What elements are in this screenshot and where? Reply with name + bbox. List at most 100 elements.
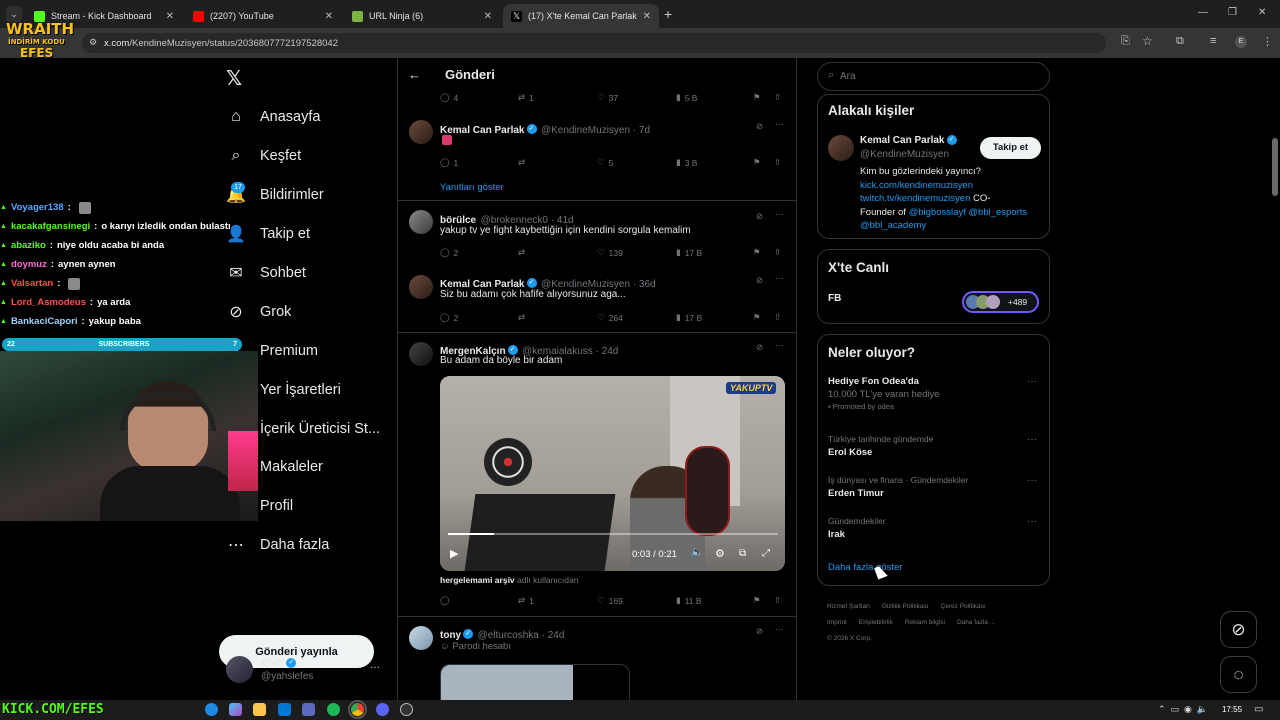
close-tab-icon[interactable]: ✕ [325, 11, 333, 22]
install-app-icon[interactable]: ⎘ [1121, 35, 1130, 48]
like-count[interactable]: ♡ 37 [597, 92, 618, 103]
mention-link[interactable]: @bbl_esports [968, 207, 1027, 218]
trend-item[interactable]: Gündemdekiler Irak ··· [828, 516, 1041, 546]
browser-tab-youtube[interactable]: (2207) YouTube ✕ [185, 4, 341, 28]
taskbar-discord-icon[interactable] [376, 703, 389, 716]
bio-link-kick[interactable]: kick.com/kendinemuzisyen [860, 179, 1045, 193]
footer-link[interactable]: Hizmet Şartları [827, 603, 870, 610]
reply-tweet[interactable]: MergenKalçın ✓ @kemaialakuss · 24d Bu ada… [398, 333, 796, 616]
like-count[interactable]: ♡ 169 [597, 595, 623, 606]
grok-icon[interactable]: ⊘ [756, 626, 763, 637]
video-source-name[interactable]: hergelemami arşiv [440, 575, 515, 585]
reply-count[interactable]: ◯ 2 [440, 247, 458, 258]
pip-icon[interactable]: ⧉ [739, 548, 746, 559]
taskbar-edge-icon[interactable] [205, 703, 218, 716]
tweet-media[interactable] [440, 664, 630, 700]
close-window-button[interactable]: ✕ [1258, 7, 1266, 18]
reply-tweet[interactable]: Kemal Can Parlak ✓ @KendineMuzisyen · 36d… [398, 266, 796, 332]
settings-gear-icon[interactable]: ⚙ [715, 547, 725, 560]
close-tab-icon[interactable]: ✕ [643, 11, 651, 22]
taskbar-spotify-icon[interactable] [327, 703, 340, 716]
taskbar-clock[interactable]: 17:55 [1222, 705, 1242, 714]
reply-tweet[interactable]: Kemal Can Parlak ✓ @KendineMuzisyen · 7d … [398, 110, 796, 200]
play-icon[interactable]: ▶ [450, 547, 458, 560]
reply-count[interactable]: ◯ 4 [440, 92, 458, 103]
x-logo-icon[interactable]: 𝕏 [226, 66, 246, 90]
tray-icons[interactable]: ⌃▭◉🔈 [1158, 704, 1213, 715]
grok-float-button[interactable]: ⊘ [1220, 611, 1257, 648]
bookmark-icon[interactable]: ⚑ [753, 92, 761, 103]
more-icon[interactable]: ··· [775, 340, 784, 350]
share-icon[interactable]: ⇧ [774, 312, 781, 323]
view-count[interactable]: ▮ 3 B [676, 157, 697, 168]
taskbar-copilot-icon[interactable] [229, 703, 242, 716]
account-switcher[interactable]: EfeS ✓ @yahslefes ··· [226, 654, 386, 686]
taskbar-explorer-icon[interactable] [253, 703, 266, 716]
show-more-link[interactable]: Daha fazla göster [828, 562, 902, 573]
reply-tweet[interactable]: börülce @brokenneck0 · 41d yakup tv ye f… [398, 201, 796, 263]
maximize-button[interactable]: ❐ [1228, 7, 1237, 18]
reply-count[interactable]: ◯ 2 [440, 312, 458, 323]
view-count[interactable]: ▮ 17 B [676, 247, 702, 258]
reply-tweet[interactable]: tony ✓ @elturcoshka · 24d ☺ Parodi hesabı… [398, 617, 796, 700]
bio-link-twitch[interactable]: twitch.tv/kendinemuzisyen [860, 193, 970, 204]
extensions-icon[interactable]: ⧉ [1176, 35, 1184, 48]
bookmark-icon[interactable]: ⚑ [753, 312, 761, 323]
show-replies-link[interactable]: Yanıtları göster [440, 182, 504, 193]
footer-link[interactable]: Gizlilik Politikası [882, 603, 929, 610]
grok-icon[interactable]: ⊘ [756, 342, 763, 353]
trend-more-icon[interactable]: ··· [1027, 475, 1037, 486]
back-arrow-icon[interactable]: ← [408, 67, 421, 82]
trend-more-icon[interactable]: ··· [1027, 434, 1037, 445]
like-count[interactable]: ♡ 5 [597, 157, 613, 168]
volume-icon[interactable]: 🔈 [691, 547, 703, 558]
share-icon[interactable]: ⇧ [774, 157, 781, 168]
share-icon[interactable]: ⇧ [774, 247, 781, 258]
taskbar-store-icon[interactable] [302, 703, 315, 716]
profile-avatar[interactable]: E [1235, 36, 1247, 48]
close-tab-icon[interactable]: ✕ [166, 11, 174, 22]
new-tab-button[interactable]: + [664, 6, 672, 22]
more-icon[interactable]: ··· [775, 624, 784, 634]
browser-tab-urlninja[interactable]: URL Ninja (6) ✕ [344, 4, 500, 28]
more-icon[interactable]: ··· [775, 209, 784, 219]
nav-item-anasayfa[interactable]: ⌂ Anasayfa [226, 101, 320, 133]
site-info-icon[interactable]: ⚙ [89, 37, 97, 48]
repost-count[interactable]: ⇄ [518, 312, 525, 323]
trend-more-icon[interactable]: ··· [1027, 376, 1037, 387]
follow-button[interactable]: Takip et [980, 137, 1041, 159]
messages-float-button[interactable]: ◌ [1220, 656, 1257, 693]
close-tab-icon[interactable]: ✕ [484, 11, 492, 22]
grok-icon[interactable]: ⊘ [756, 211, 763, 222]
footer-link[interactable]: Reklam bilgisi [905, 619, 945, 626]
notification-center-icon[interactable]: ▭ [1254, 704, 1263, 715]
address-bar[interactable]: ⚙ x.com/KendineMuzisyen/status/203680777… [82, 33, 1106, 53]
taskbar-outlook-icon[interactable] [278, 703, 291, 716]
bookmark-icon[interactable]: ⚑ [753, 595, 761, 606]
live-avatars[interactable]: +489 [962, 291, 1039, 313]
repost-count[interactable]: ⇄ [518, 157, 525, 168]
reply-count[interactable]: ◯ 1 [440, 157, 458, 168]
search-box[interactable]: ⌕ Ara [817, 62, 1050, 91]
minimize-button[interactable]: — [1198, 7, 1208, 18]
more-icon[interactable]: ··· [775, 273, 784, 283]
view-count[interactable]: ▮ 11 B [676, 595, 702, 606]
like-count[interactable]: ♡ 139 [597, 247, 623, 258]
share-icon[interactable]: ⇧ [774, 595, 781, 606]
footer-link[interactable]: Imprint [827, 619, 847, 626]
nav-item-daha-fazla[interactable]: ⋯ Daha fazla [226, 529, 329, 561]
grok-icon[interactable]: ⊘ [756, 121, 763, 132]
repost-count[interactable]: ⇄ 1 [518, 92, 534, 103]
repost-count[interactable]: ⇄ 1 [518, 595, 534, 606]
browser-tab-x[interactable]: 𝕏 (17) X'te Kemal Can Parlak: ✕ [503, 4, 659, 28]
video-progress-track[interactable] [448, 533, 778, 535]
browser-menu-icon[interactable]: ⋮ [1262, 35, 1273, 48]
trend-item[interactable]: Hediye Fon Odea'da 10.000 TL'ye varan he… [828, 376, 1041, 416]
reply-count[interactable]: ◯ [440, 595, 450, 606]
video-player[interactable]: YAKUPTV ▶ 0:03 / 0:21 🔈 ⚙ ⧉ ⤢ [440, 376, 785, 571]
bookmark-star-icon[interactable]: ☆ [1142, 34, 1153, 48]
taskbar-obs-icon[interactable] [400, 703, 413, 716]
bookmark-icon[interactable]: ⚑ [753, 157, 761, 168]
share-icon[interactable]: ⇧ [774, 92, 781, 103]
reading-list-icon[interactable]: ≡ [1210, 35, 1216, 47]
